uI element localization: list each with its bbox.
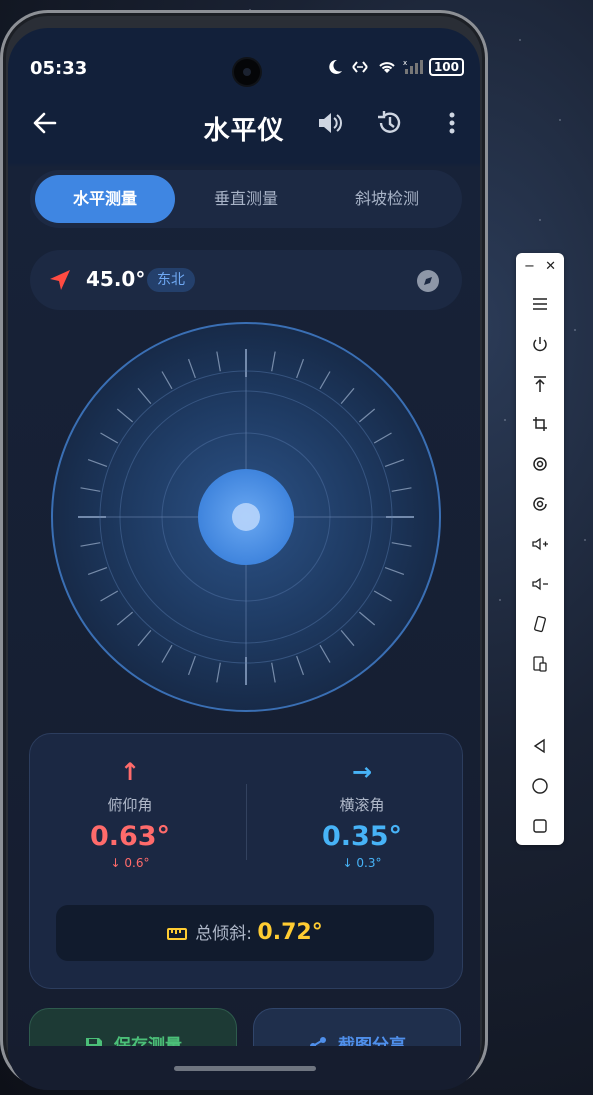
pitch-value: 0.63° <box>89 821 171 852</box>
sound-icon[interactable] <box>314 108 344 138</box>
total-tilt-value: 0.72° <box>257 920 323 945</box>
home-indicator[interactable] <box>174 1066 316 1071</box>
pitch-reading: ↑ 俯仰角 0.63° ↓ 0.6° <box>30 758 230 870</box>
history-icon[interactable] <box>375 108 405 138</box>
emulator-toolbar: − ✕ <box>516 253 564 845</box>
total-tilt: 总倾斜: 0.72° <box>56 905 434 961</box>
overview-icon[interactable] <box>516 811 564 841</box>
moon-icon <box>329 59 342 74</box>
compass-heading: 45.0° <box>86 267 146 291</box>
level-dial <box>51 322 441 712</box>
more-options-icon[interactable] <box>437 108 467 138</box>
page-title: 水平仪 <box>203 116 285 146</box>
front-camera <box>234 59 260 85</box>
pitch-change: ↓ 0.6° <box>110 856 150 870</box>
status-bar: 05:33 x 100 <box>8 28 480 86</box>
volume-up-icon[interactable] <box>516 529 564 559</box>
toolbar-window-controls: − ✕ <box>516 259 564 279</box>
data-transfer-icon <box>352 61 368 73</box>
readings-divider <box>246 784 247 860</box>
signal-icon: x <box>403 59 423 74</box>
roll-change: ↓ 0.3° <box>342 856 382 870</box>
roll-arrow-icon: → <box>351 758 373 786</box>
status-time: 05:33 <box>30 58 88 79</box>
roll-label: 横滚角 <box>339 796 385 814</box>
mode-tabs: 水平测量 垂直测量 斜坡检测 <box>30 170 462 228</box>
shake-icon[interactable] <box>516 609 564 639</box>
wifi-icon <box>379 62 395 73</box>
tab-slope[interactable]: 斜坡检测 <box>317 175 457 223</box>
rotate-right-icon[interactable] <box>516 489 564 519</box>
volume-down-icon[interactable] <box>516 569 564 599</box>
pitch-arrow-icon: ↑ <box>119 758 141 786</box>
tab-horizontal[interactable]: 水平测量 <box>35 175 175 223</box>
bubble-highlight <box>232 503 260 531</box>
close-icon[interactable]: ✕ <box>545 259 556 274</box>
rotate-to-top-icon[interactable] <box>516 369 564 399</box>
screen-switch-icon[interactable] <box>516 649 564 679</box>
location-arrow-icon <box>50 270 70 290</box>
direction-badge: 东北 <box>147 268 195 292</box>
back-icon[interactable] <box>516 731 564 761</box>
phone-screen: 05:33 x 100 水平仪 水平测量 垂直测量 斜坡检测 45.0° 东北 … <box>8 28 480 1090</box>
minimize-icon[interactable]: − <box>524 259 535 274</box>
roll-reading: → 横滚角 0.35° ↓ 0.3° <box>262 758 462 870</box>
crop-icon[interactable] <box>516 409 564 439</box>
total-tilt-label: 总倾斜: <box>195 924 253 944</box>
rotate-left-icon[interactable] <box>516 449 564 479</box>
svg-text:x: x <box>403 59 407 67</box>
roll-value: 0.35° <box>321 821 403 852</box>
tab-vertical[interactable]: 垂直测量 <box>176 175 316 223</box>
readings-card: ↑ 俯仰角 0.63° ↓ 0.6° → 横滚角 0.35° ↓ 0.3° 总倾… <box>29 733 463 989</box>
battery-indicator: 100 <box>428 58 464 76</box>
home-icon[interactable] <box>516 771 564 801</box>
compass-icon[interactable] <box>416 269 440 293</box>
app-bar: 水平仪 <box>8 98 480 158</box>
menu-icon[interactable] <box>516 289 564 319</box>
status-icons: x 100 <box>327 58 464 76</box>
power-icon[interactable] <box>516 329 564 359</box>
ruler-icon <box>167 928 188 940</box>
compass-bar: 45.0° 东北 <box>30 250 462 310</box>
phone-frame: 05:33 x 100 水平仪 水平测量 垂直测量 斜坡检测 45.0° 东北 … <box>0 10 488 1090</box>
pitch-label: 俯仰角 <box>107 796 153 814</box>
